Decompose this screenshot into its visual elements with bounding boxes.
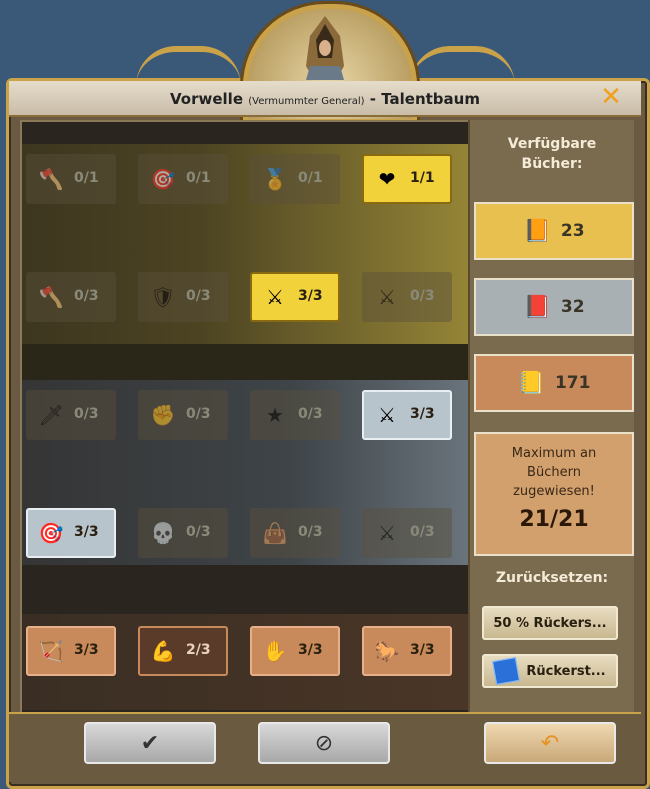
talent-slot[interactable]: ✋ 3/3 bbox=[250, 626, 340, 676]
general-subtitle: (Vermummter General) bbox=[248, 96, 365, 107]
talent-level: 0/3 bbox=[298, 406, 323, 422]
talent-slot[interactable]: 💪 2/3 bbox=[138, 626, 228, 676]
talent-slot[interactable]: 🏹 3/3 bbox=[26, 626, 116, 676]
talent-tree: 🪓 0/1 🎯 0/1 🏅 0/1 ❤ 1/1 🪓 0/3 🛡 0/3 ⚔ 3/3 ⚔ 0/3 🗡 0/3 ✊ 0/3… bbox=[20, 120, 472, 714]
silver-book-icon: 📕 bbox=[523, 294, 551, 320]
reset-percent-label: 50 % Rückers... bbox=[493, 615, 607, 631]
talent-slot[interactable]: ⚔ 0/3 bbox=[362, 508, 452, 558]
star-plus-icon: ★ bbox=[266, 403, 284, 427]
talent-level: 3/3 bbox=[74, 642, 99, 658]
talent-level: 2/3 bbox=[186, 642, 211, 658]
talent-slot[interactable]: 🐎 3/3 bbox=[362, 626, 452, 676]
check-icon: ✔ bbox=[140, 730, 160, 756]
talent-level: 0/1 bbox=[186, 170, 211, 186]
talent-slot[interactable]: 🪓 0/1 bbox=[26, 154, 116, 204]
undo-button[interactable]: ↶ bbox=[484, 722, 616, 764]
talent-slot[interactable]: 👜 0/3 bbox=[250, 508, 340, 558]
talent-level: 3/3 bbox=[410, 642, 435, 658]
medal-plus-icon: 🏅 bbox=[262, 167, 288, 191]
general-portrait-icon bbox=[306, 16, 344, 80]
talent-level: 3/3 bbox=[298, 642, 323, 658]
books-heading: Verfügbare Bücher: bbox=[507, 136, 597, 172]
talent-level: 0/3 bbox=[74, 288, 99, 304]
talent-level: 0/3 bbox=[74, 406, 99, 422]
talent-level: 3/3 bbox=[410, 406, 435, 422]
swords-boot-icon: ⚔ bbox=[378, 521, 396, 545]
talent-level: 0/3 bbox=[186, 524, 211, 540]
confirm-button[interactable]: ✔ bbox=[84, 722, 216, 764]
bronze-book-icon: 📒 bbox=[517, 370, 545, 396]
talent-slot[interactable]: 🛡 0/3 bbox=[138, 272, 228, 322]
talent-slot[interactable]: 🏅 0/1 bbox=[250, 154, 340, 204]
talent-slot[interactable]: ⚔ 0/3 bbox=[362, 272, 452, 322]
cancel-button[interactable]: ⊘ bbox=[258, 722, 390, 764]
swords-clock-icon: ⚔ bbox=[378, 285, 396, 309]
hand-heal-icon: ✋ bbox=[262, 639, 288, 663]
talent-level: 1/1 bbox=[410, 170, 435, 186]
talent-level: 0/3 bbox=[298, 524, 323, 540]
fist-icon: ✊ bbox=[150, 403, 176, 427]
gem-icon bbox=[492, 657, 521, 685]
reset-heading: Zurücksetzen: bbox=[495, 570, 609, 586]
assigned-box: Maximum an Büchern zugewiesen! 21/21 bbox=[474, 432, 634, 556]
gold-book-counter: 📙 23 bbox=[474, 202, 634, 260]
talent-level: 0/3 bbox=[410, 524, 435, 540]
talent-slot[interactable]: ⚔ 3/3 bbox=[250, 272, 340, 322]
general-name: Vorwelle bbox=[170, 90, 243, 108]
talent-slot[interactable]: 🎯 3/3 bbox=[26, 508, 116, 558]
talent-level: 3/3 bbox=[298, 288, 323, 304]
reset-percent-button[interactable]: 50 % Rückers... bbox=[482, 606, 618, 640]
horse-shield-icon: 🛡 bbox=[150, 285, 176, 309]
bullseye-icon: 🎯 bbox=[38, 521, 64, 545]
talent-slot[interactable]: ❤ 1/1 bbox=[362, 154, 452, 204]
reset-gem-button[interactable]: Rückerst... bbox=[482, 654, 618, 688]
talent-slot[interactable]: ★ 0/3 bbox=[250, 390, 340, 440]
close-icon[interactable]: ✕ bbox=[598, 84, 624, 110]
cancel-icon: ⊘ bbox=[314, 730, 334, 756]
horse-icon: 🐎 bbox=[374, 639, 400, 663]
target-soldier-icon: 🎯 bbox=[150, 167, 176, 191]
bag-plus-icon: 👜 bbox=[262, 521, 288, 545]
talent-slot[interactable]: ✊ 0/3 bbox=[138, 390, 228, 440]
talent-slot[interactable]: ⚔ 3/3 bbox=[362, 390, 452, 440]
window-title: Vorwelle (Vermummter General) - Talentba… bbox=[0, 90, 650, 108]
talent-level: 0/3 bbox=[410, 288, 435, 304]
talent-level: 3/3 bbox=[74, 524, 99, 540]
hunter-shield-icon: 🏹 bbox=[38, 639, 64, 663]
undo-icon: ↶ bbox=[540, 730, 560, 756]
talent-slot[interactable]: 🗡 0/3 bbox=[26, 390, 116, 440]
axe-attack-icon: 🪓 bbox=[38, 285, 64, 309]
talent-slot[interactable]: 💀 0/3 bbox=[138, 508, 228, 558]
ornament-left bbox=[136, 46, 241, 86]
gold-book-count: 23 bbox=[560, 221, 585, 241]
swords-troops-icon: ⚔ bbox=[266, 285, 284, 309]
gold-book-icon: 📙 bbox=[523, 218, 551, 244]
talent-level: 0/1 bbox=[74, 170, 99, 186]
assigned-count: 21/21 bbox=[519, 507, 589, 532]
silver-book-counter: 📕 32 bbox=[474, 278, 634, 336]
axe-icon: 🪓 bbox=[38, 167, 64, 191]
title-suffix: - Talentbaum bbox=[369, 90, 480, 108]
talent-level: 0/3 bbox=[186, 406, 211, 422]
max-message: Maximum an Büchern zugewiesen! bbox=[511, 446, 597, 499]
reset-gem-label: Rückerst... bbox=[526, 663, 606, 679]
skull-heart-icon: 💀 bbox=[150, 521, 176, 545]
talent-slot[interactable]: 🎯 0/1 bbox=[138, 154, 228, 204]
talent-slot[interactable]: 🪓 0/3 bbox=[26, 272, 116, 322]
books-panel: Verfügbare Bücher: 📙 23 📕 32 📒 171 Maximum … bbox=[468, 120, 634, 712]
tier-divider bbox=[22, 344, 470, 379]
strongman-icon: 💪 bbox=[150, 639, 176, 663]
talent-level: 0/3 bbox=[186, 288, 211, 304]
shield-spear-icon: 🗡 bbox=[38, 403, 64, 427]
bronze-book-counter: 📒 171 bbox=[474, 354, 634, 412]
silver-book-count: 32 bbox=[560, 297, 585, 317]
swords-troops-icon: ⚔ bbox=[378, 403, 396, 427]
ornament-right bbox=[410, 46, 515, 86]
heart-icon: ❤ bbox=[378, 167, 396, 191]
bronze-book-count: 171 bbox=[554, 373, 591, 393]
talent-level: 0/1 bbox=[298, 170, 323, 186]
